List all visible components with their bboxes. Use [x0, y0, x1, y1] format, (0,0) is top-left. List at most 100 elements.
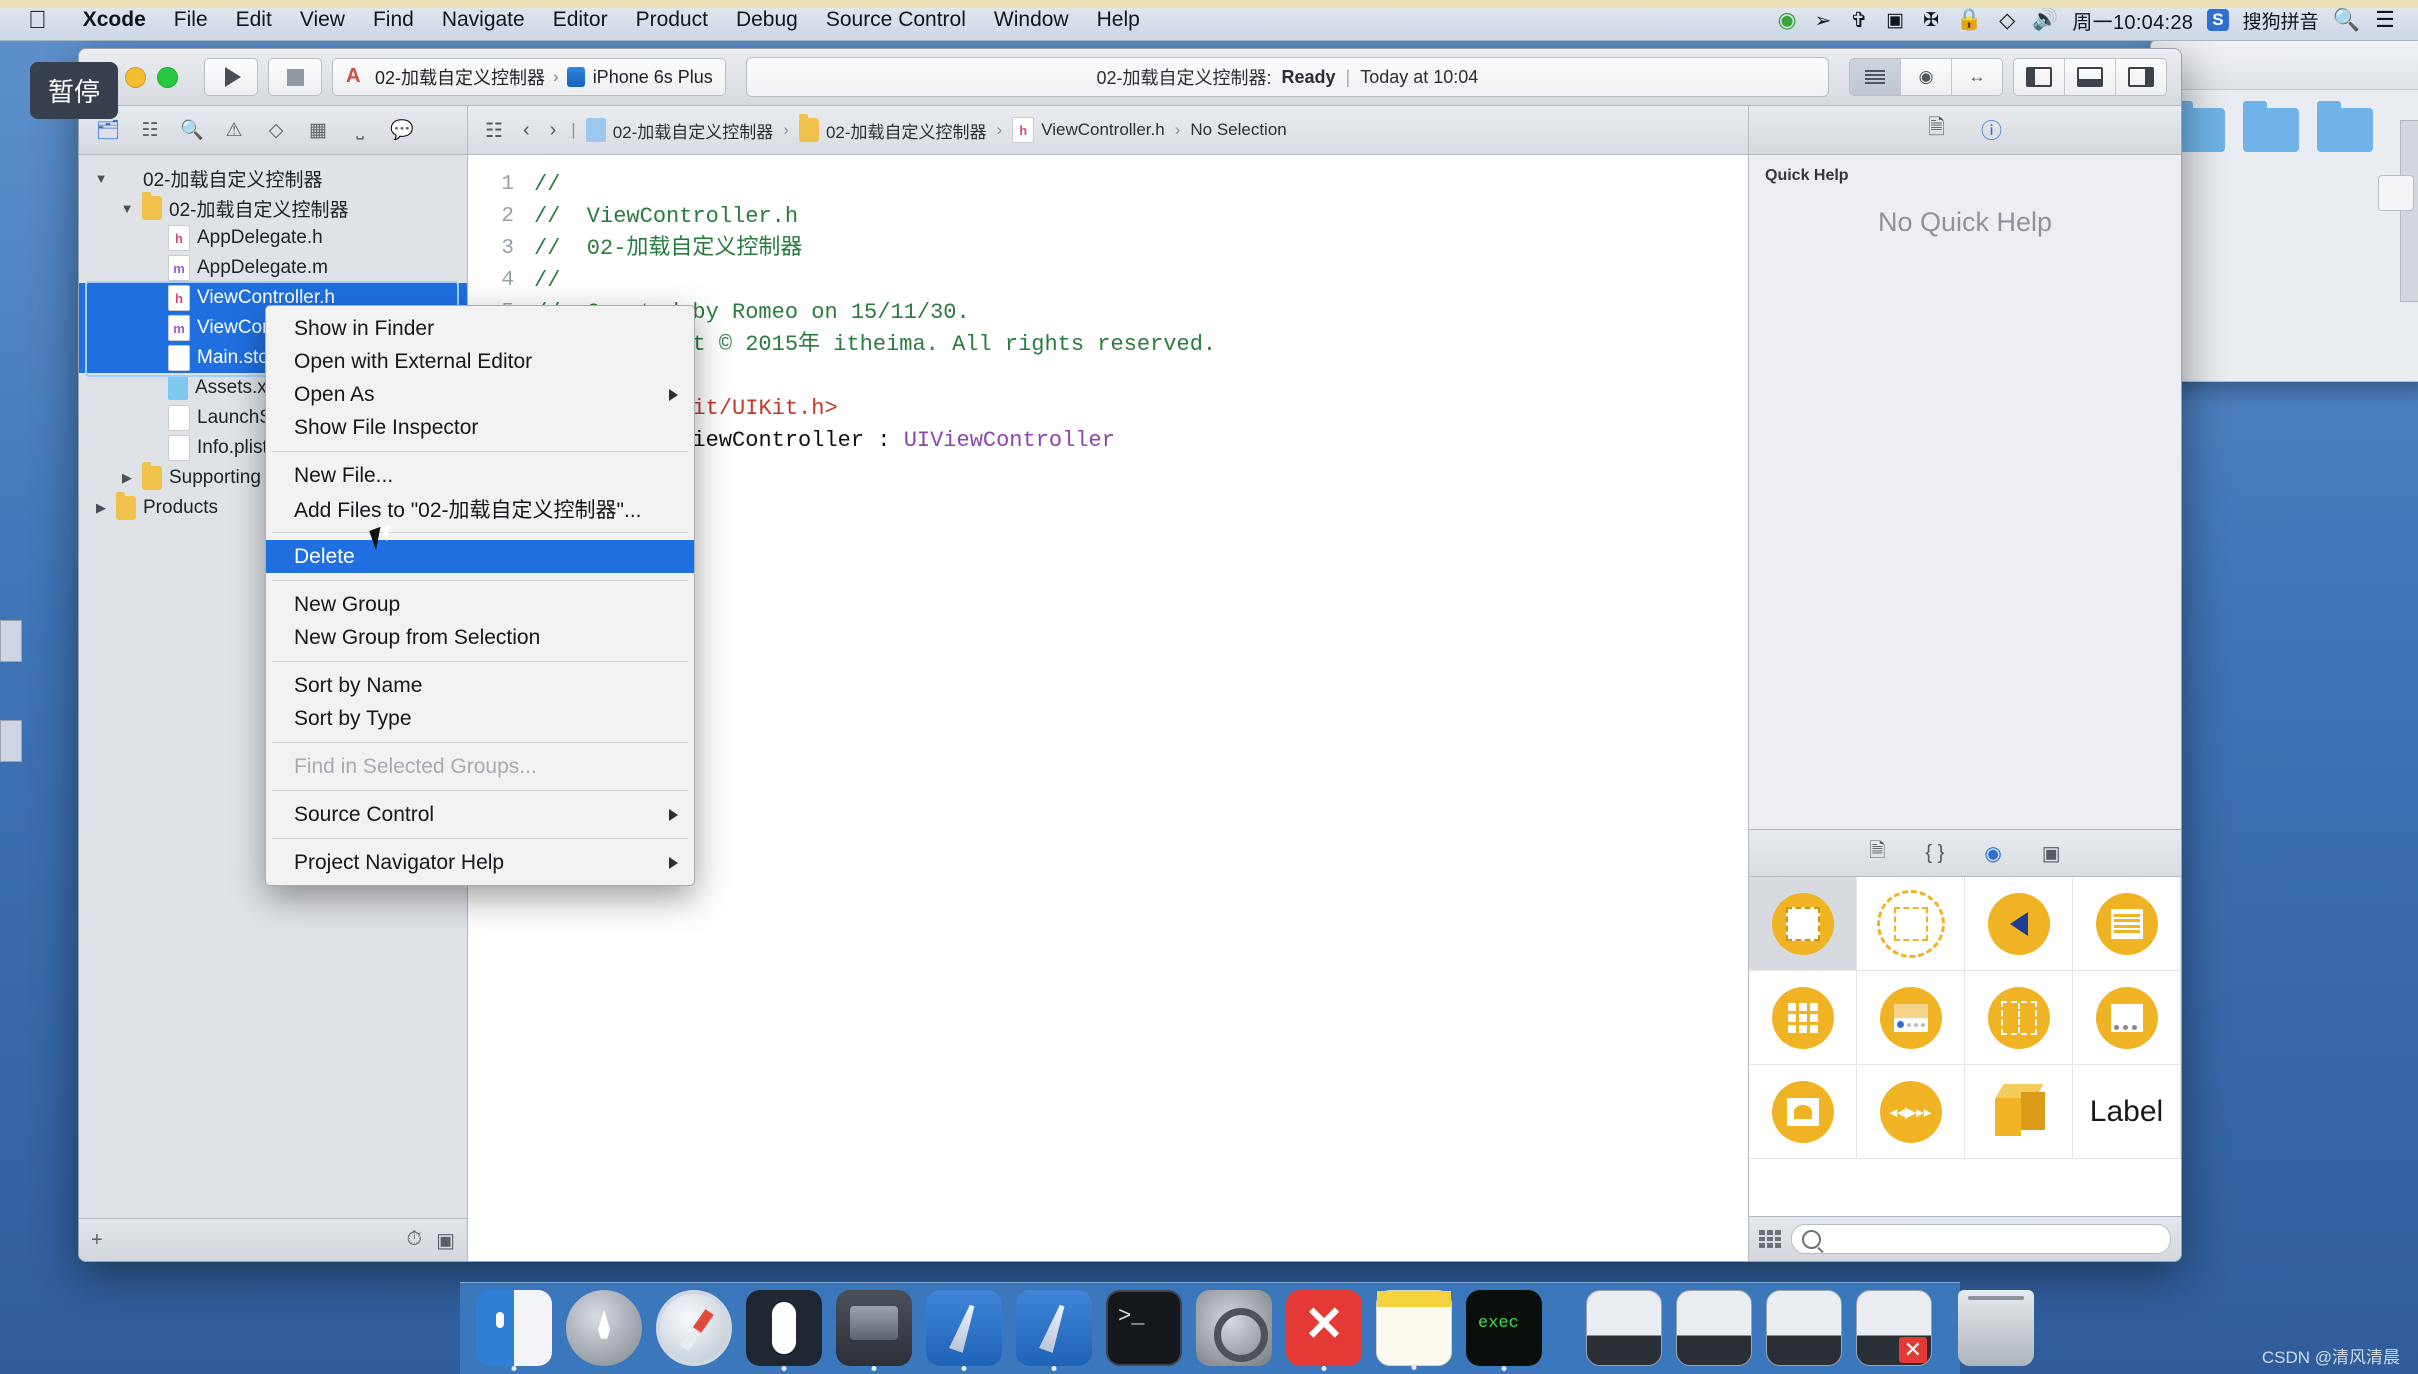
menu-item-product[interactable]: Product	[622, 8, 722, 32]
toggle-debug-area-button[interactable]	[2065, 59, 2116, 95]
dock-item-imovie[interactable]	[836, 1290, 912, 1371]
context-menu-item-open-as[interactable]: Open As	[266, 378, 694, 411]
library-item-tab-bar-controller[interactable]	[1857, 971, 1965, 1065]
stop-button[interactable]	[268, 58, 322, 96]
dock-item-safari[interactable]	[656, 1290, 732, 1366]
breadcrumb-project[interactable]: 02-加载自定义控制器	[585, 118, 773, 143]
context-menu-item-sort-by-type[interactable]: Sort by Type	[266, 702, 694, 735]
disclosure-triangle-icon[interactable]: ▼	[93, 171, 109, 186]
library-item-image-view[interactable]	[1749, 1065, 1857, 1159]
input-method-label[interactable]: 搜狗拼音	[2243, 7, 2319, 34]
code-line[interactable]: @interface ViewController : UIViewContro…	[534, 425, 1748, 457]
editor-mode-segment[interactable]: ◉ ↔	[1849, 58, 2003, 96]
library-item-label[interactable]: Label	[2073, 1065, 2181, 1159]
navigator-row-AppDelegate.m[interactable]: m AppDelegate.m	[79, 253, 467, 283]
source-control-navigator-tab[interactable]: ☷	[129, 108, 171, 152]
dock-item-launchpad[interactable]	[566, 1290, 642, 1366]
assistant-editor-button[interactable]: ◉	[1901, 59, 1952, 95]
file-inspector-tab[interactable]: 🗎	[1928, 113, 1945, 148]
dock-item-matrix-terminal[interactable]	[1466, 1290, 1542, 1371]
library-item-glkit-view-controller[interactable]	[1965, 1065, 2073, 1159]
media-library-tab[interactable]: ▣	[2042, 841, 2061, 866]
context-menu-item-new-file[interactable]: New File...	[266, 459, 694, 492]
breakpoint-navigator-tab[interactable]: ⎵	[339, 108, 381, 152]
menu-bar-clock[interactable]: 周一10:04:28	[2072, 6, 2193, 35]
desktop-left-edge-icon[interactable]	[0, 720, 22, 762]
context-menu-item-show-file-inspector[interactable]: Show File Inspector	[266, 411, 694, 444]
library-item-view[interactable]	[1749, 877, 1857, 971]
library-item-collection-view-controller[interactable]	[1749, 971, 1857, 1065]
menu-item-help[interactable]: Help	[1083, 8, 1154, 32]
dock-item-trash[interactable]	[1958, 1290, 2034, 1366]
issue-navigator-tab[interactable]: ⚠	[213, 108, 255, 152]
context-menu-item-add-files-to-02[interactable]: Add Files to "02-加载自定义控制器"...	[266, 492, 694, 525]
view-toggle-segment[interactable]	[2013, 58, 2167, 96]
dropbox-icon[interactable]: ◇	[1996, 8, 2018, 33]
navigator-row-02-加载自定义控制器[interactable]: ▼ 02-加载自定义控制器	[79, 192, 467, 223]
breadcrumb-selection-label[interactable]: No Selection	[1190, 120, 1286, 140]
volume-icon[interactable]: 🔊	[2032, 8, 2058, 32]
library-item-navigation-controller[interactable]	[1965, 877, 2073, 971]
dock-item-xmind[interactable]	[1286, 1290, 1362, 1371]
input-method-badge[interactable]: S	[2207, 9, 2229, 31]
location-icon[interactable]: ➢	[1812, 8, 1834, 33]
dock-item-minimized-window-4[interactable]	[1856, 1290, 1932, 1366]
menu-item-file[interactable]: File	[160, 8, 222, 32]
lock-icon[interactable]: 🔒	[1956, 8, 1982, 32]
list-icon[interactable]: ☰	[2374, 7, 2396, 33]
folder-icon[interactable]	[2243, 101, 2299, 152]
object-library-grid[interactable]: ◂◂▶▸▸ Label	[1749, 877, 2181, 1216]
screen-record-icon[interactable]: ▣	[1884, 9, 1906, 32]
context-menu-item-show-in-finder[interactable]: Show in Finder	[266, 312, 694, 345]
dock-item-minimized-window-1[interactable]	[1586, 1290, 1662, 1366]
version-editor-button[interactable]: ↔	[1952, 59, 2002, 95]
dock-item-system-preferences[interactable]	[1196, 1290, 1272, 1366]
folder-icon[interactable]	[2317, 101, 2373, 152]
share-icon[interactable]	[2378, 175, 2414, 211]
menu-item-debug[interactable]: Debug	[722, 8, 812, 32]
record-icon[interactable]: ◉	[1776, 7, 1798, 33]
context-menu-item-open-with-external-editor[interactable]: Open with External Editor	[266, 345, 694, 378]
quick-help-inspector-tab[interactable]: ⓘ	[1981, 115, 2002, 145]
dock-item-minimized-window-3[interactable]	[1766, 1290, 1842, 1366]
library-search-input[interactable]	[1791, 1224, 2171, 1254]
recent-files-filter-icon[interactable]: ⏱	[406, 1228, 422, 1253]
file-template-library-tab[interactable]: 🗎	[1869, 836, 1885, 870]
add-item-button[interactable]: +	[91, 1229, 103, 1252]
library-item-page-view-controller[interactable]	[2073, 971, 2181, 1065]
debug-navigator-tab[interactable]: ▦	[297, 108, 339, 152]
library-item-avplayer-view-controller[interactable]: ◂◂▶▸▸	[1857, 1065, 1965, 1159]
desktop-left-edge-icon[interactable]	[0, 620, 22, 662]
object-library-tab[interactable]: ◉	[1984, 841, 2001, 866]
source-code-text[interactable]: //// ViewController.h// 02-加载自定义控制器//// …	[524, 155, 1748, 1261]
context-menu-item-project-navigator-help[interactable]: Project Navigator Help	[266, 846, 694, 879]
library-item-table-view-controller[interactable]	[2073, 877, 2181, 971]
library-item-view-controller[interactable]	[1857, 877, 1965, 971]
disclosure-triangle-icon[interactable]: ▼	[119, 201, 135, 216]
report-navigator-tab[interactable]: 💬	[381, 108, 423, 152]
code-snippet-library-tab[interactable]: { }	[1925, 842, 1944, 865]
standard-editor-button[interactable]	[1850, 59, 1901, 95]
menu-item-source-control[interactable]: Source Control	[812, 8, 980, 32]
menu-item-navigate[interactable]: Navigate	[428, 8, 539, 32]
menu-item-edit[interactable]: Edit	[222, 8, 286, 32]
apple-icon[interactable]: 	[28, 7, 47, 33]
project-navigator-context-menu[interactable]: Show in Finder Open with External Editor O…	[265, 305, 695, 886]
code-line[interactable]: //	[534, 361, 1748, 393]
minimize-button[interactable]	[125, 66, 146, 88]
scheme-selector[interactable]: 02-加载自定义控制器 › iPhone 6s Plus	[332, 58, 726, 96]
context-menu-item-source-control[interactable]: Source Control	[266, 798, 694, 831]
dock-item-notes[interactable]	[1376, 1290, 1452, 1370]
bluetooth-icon[interactable]: ✞	[1848, 8, 1870, 33]
library-item-split-view-controller[interactable]	[1965, 971, 2073, 1065]
zoom-button[interactable]	[157, 66, 178, 88]
disclosure-triangle-icon[interactable]: ▶	[119, 470, 135, 486]
back-button[interactable]: ‹	[518, 119, 535, 142]
dock-item-xcode[interactable]	[926, 1290, 1002, 1371]
vpn-icon[interactable]: ✠	[1920, 9, 1942, 32]
search-icon[interactable]: 🔍	[2333, 7, 2360, 33]
menu-item-window[interactable]: Window	[980, 8, 1083, 32]
dock-item-finder[interactable]	[476, 1290, 552, 1371]
menu-item-find[interactable]: Find	[359, 8, 428, 32]
breadcrumb-file[interactable]: h ViewController.h	[1012, 117, 1165, 143]
